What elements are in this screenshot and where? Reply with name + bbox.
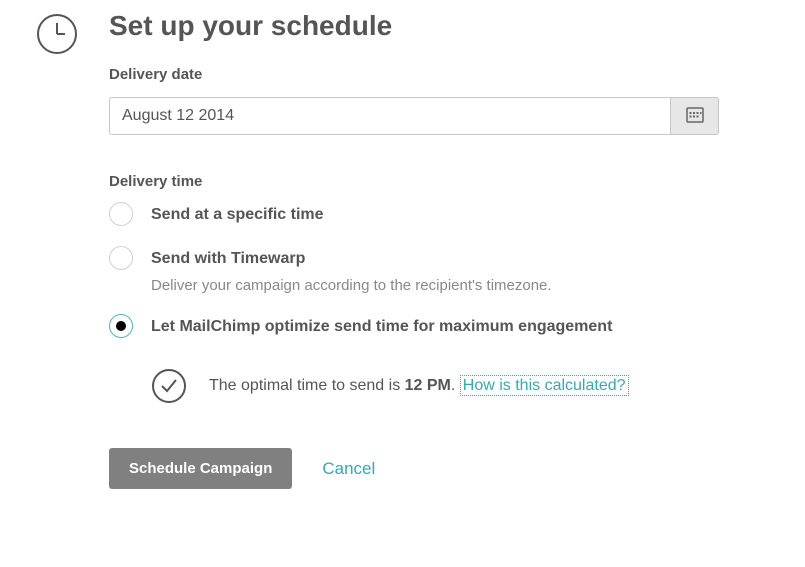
radio-icon: [109, 246, 133, 270]
page-title: Set up your schedule: [109, 10, 755, 42]
delivery-time-label: Delivery time: [109, 173, 755, 190]
radio-label: Let MailChimp optimize send time for max…: [151, 316, 612, 338]
optimal-time-info: The optimal time to send is 12 PM. How i…: [151, 368, 755, 404]
radio-label: Send with Timewarp: [151, 248, 552, 270]
radio-label: Send at a specific time: [151, 204, 324, 226]
check-icon: [151, 368, 187, 404]
clock-icon: [35, 12, 79, 56]
radio-option-specific-time[interactable]: Send at a specific time: [109, 204, 755, 226]
radio-icon: [109, 314, 133, 338]
cancel-link[interactable]: Cancel: [322, 459, 375, 479]
radio-option-timewarp[interactable]: Send with Timewarp Deliver your campaign…: [109, 248, 755, 293]
calendar-button[interactable]: [670, 98, 718, 134]
radio-option-optimize[interactable]: Let MailChimp optimize send time for max…: [109, 316, 755, 338]
radio-icon: [109, 202, 133, 226]
radio-description: Deliver your campaign according to the r…: [151, 277, 552, 294]
schedule-campaign-button[interactable]: Schedule Campaign: [109, 448, 292, 489]
optimal-time-text: The optimal time to send is 12 PM. How i…: [209, 377, 629, 395]
delivery-date-input[interactable]: [110, 98, 670, 134]
calendar-icon: [686, 106, 704, 127]
how-calculated-link[interactable]: How is this calculated?: [460, 375, 629, 396]
delivery-date-label: Delivery date: [109, 66, 755, 83]
delivery-date-field[interactable]: [109, 97, 719, 135]
